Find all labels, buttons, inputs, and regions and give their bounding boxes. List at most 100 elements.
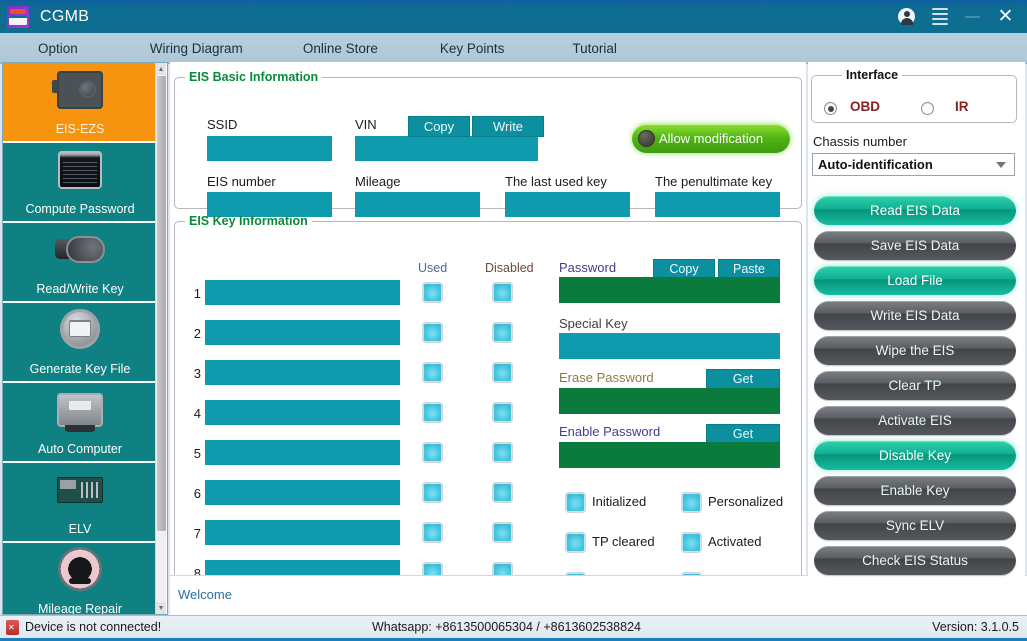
device-disconnected-icon	[6, 619, 19, 635]
menu-item-tutorial[interactable]: Tutorial	[562, 33, 627, 64]
password-input[interactable]	[559, 277, 780, 303]
chassis-number-select[interactable]: Auto-identification	[812, 153, 1015, 176]
sidebar-item-elv[interactable]: ELV	[3, 463, 157, 543]
vin-write-button[interactable]: Write	[472, 116, 544, 137]
activated-label: Activated	[708, 534, 762, 549]
sidebar-item-compute-password[interactable]: Compute Password	[3, 143, 157, 223]
column-header-used: Used	[418, 261, 448, 275]
hamburger-menu-icon[interactable]	[924, 1, 955, 32]
write-eis-data-button[interactable]: Write EIS Data	[814, 301, 1016, 330]
key-disabled-checkbox[interactable]	[493, 323, 512, 342]
account-icon[interactable]	[891, 1, 922, 32]
window-controls: — ✕	[891, 1, 1027, 32]
key-disabled-checkbox[interactable]	[493, 483, 512, 502]
minimize-button[interactable]: —	[957, 1, 988, 32]
app-title: CGMB	[40, 7, 90, 25]
right-panel: Interface OBD IR Chassis number Auto-ide…	[808, 62, 1025, 615]
erase-password-get-button[interactable]: Get	[706, 369, 780, 389]
eis-key-information-group: EIS Key Information Used Disabled 1 2 3 …	[174, 214, 802, 607]
sidebar-item-label: Generate Key File	[29, 362, 131, 377]
menu-item-option[interactable]: Option	[28, 33, 88, 64]
password-copy-button[interactable]: Copy	[653, 259, 715, 279]
vin-copy-button[interactable]: Copy	[408, 116, 470, 137]
tp-cleared-checkbox[interactable]	[566, 533, 585, 552]
sidebar-scrollbar[interactable]	[155, 63, 166, 614]
initialized-checkbox[interactable]	[566, 493, 585, 512]
vin-input[interactable]	[355, 136, 538, 161]
enable-key-button[interactable]: Enable Key	[814, 476, 1016, 505]
close-button[interactable]: ✕	[990, 1, 1021, 32]
key-row-input[interactable]	[205, 480, 400, 505]
save-eis-data-button[interactable]: Save EIS Data	[814, 231, 1016, 260]
allow-modification-toggle[interactable]: Allow modification	[632, 124, 790, 153]
status-bar: Device is not connected! Whatsapp: +8613…	[0, 615, 1027, 638]
scrollbar-thumb[interactable]	[157, 76, 166, 531]
key-disabled-checkbox[interactable]	[493, 363, 512, 382]
clear-tp-button[interactable]: Clear TP	[814, 371, 1016, 400]
read-eis-data-button[interactable]: Read EIS Data	[814, 196, 1016, 225]
sync-elv-button[interactable]: Sync ELV	[814, 511, 1016, 540]
key-row-input[interactable]	[205, 280, 400, 305]
interface-radio-obd[interactable]	[824, 102, 837, 115]
sidebar-item-label: Auto Computer	[37, 442, 123, 457]
key-row-input[interactable]	[205, 320, 400, 345]
scroll-down-arrow-icon[interactable]	[156, 602, 166, 614]
log-welcome-text: Welcome	[178, 587, 232, 602]
title-bar: CGMB — ✕	[0, 0, 1027, 33]
chassis-number-label: Chassis number	[813, 134, 907, 149]
key-disabled-checkbox[interactable]	[493, 523, 512, 542]
menu-item-wiring-diagram[interactable]: Wiring Diagram	[140, 33, 253, 64]
whatsapp-contact-text: Whatsapp: +8613500065304 / +861360253882…	[372, 620, 641, 634]
key-used-checkbox[interactable]	[423, 323, 442, 342]
interface-label-ir: IR	[955, 99, 969, 114]
key-disabled-checkbox[interactable]	[493, 443, 512, 462]
interface-radio-ir[interactable]	[921, 102, 934, 115]
disable-key-button[interactable]: Disable Key	[814, 441, 1016, 470]
check-eis-status-button[interactable]: Check EIS Status	[814, 546, 1016, 575]
key-row-input[interactable]	[205, 440, 400, 465]
key-row-number: 1	[193, 286, 201, 301]
password-paste-button[interactable]: Paste	[718, 259, 780, 279]
main-panel: EIS Basic Information SSID VIN Copy Writ…	[170, 62, 806, 615]
activate-eis-button[interactable]: Activate EIS	[814, 406, 1016, 435]
sidebar-item-eis-ezs[interactable]: EIS-EZS	[3, 63, 157, 143]
menu-item-key-points[interactable]: Key Points	[430, 33, 515, 64]
load-file-button[interactable]: Load File	[814, 266, 1016, 295]
sidebar-item-label: ELV	[68, 522, 92, 537]
enable-password-label: Enable Password	[559, 424, 661, 439]
key-used-checkbox[interactable]	[423, 283, 442, 302]
key-used-checkbox[interactable]	[423, 523, 442, 542]
enable-password-get-button[interactable]: Get	[706, 424, 780, 444]
key-row-number: 3	[193, 366, 201, 381]
key-row-input[interactable]	[205, 520, 400, 545]
key-disabled-checkbox[interactable]	[493, 283, 512, 302]
application-window: CGMB — ✕ Option Wiring Diagram Online St…	[0, 0, 1027, 641]
personalized-checkbox[interactable]	[682, 493, 701, 512]
sidebar-item-auto-computer[interactable]: Auto Computer	[3, 383, 157, 463]
erase-password-input[interactable]	[559, 388, 780, 414]
enable-password-input[interactable]	[559, 442, 780, 468]
last-used-key-label: The last used key	[505, 174, 607, 189]
special-key-label: Special Key	[559, 316, 628, 331]
special-key-input[interactable]	[559, 333, 780, 359]
key-used-checkbox[interactable]	[423, 483, 442, 502]
menu-item-online-store[interactable]: Online Store	[293, 33, 388, 64]
key-row-input[interactable]	[205, 360, 400, 385]
key-used-checkbox[interactable]	[423, 403, 442, 422]
key-file-icon	[60, 309, 100, 349]
wipe-the-eis-button[interactable]: Wipe the EIS	[814, 336, 1016, 365]
sidebar-item-generate-key-file[interactable]: Generate Key File	[3, 303, 157, 383]
activated-checkbox[interactable]	[682, 533, 701, 552]
scroll-up-arrow-icon[interactable]	[156, 63, 166, 75]
sidebar-item-mileage-repair[interactable]: Mileage Repair	[3, 543, 157, 614]
sidebar-item-read-write-key[interactable]: Read/Write Key	[3, 223, 157, 303]
device-status-text: Device is not connected!	[25, 620, 162, 634]
key-disabled-checkbox[interactable]	[493, 403, 512, 422]
key-used-checkbox[interactable]	[423, 443, 442, 462]
key-row-input[interactable]	[205, 400, 400, 425]
mileage-label: Mileage	[355, 174, 401, 189]
column-header-disabled: Disabled	[485, 261, 534, 275]
key-used-checkbox[interactable]	[423, 363, 442, 382]
ssid-input[interactable]	[207, 136, 332, 161]
penultimate-key-label: The penultimate key	[655, 174, 773, 189]
